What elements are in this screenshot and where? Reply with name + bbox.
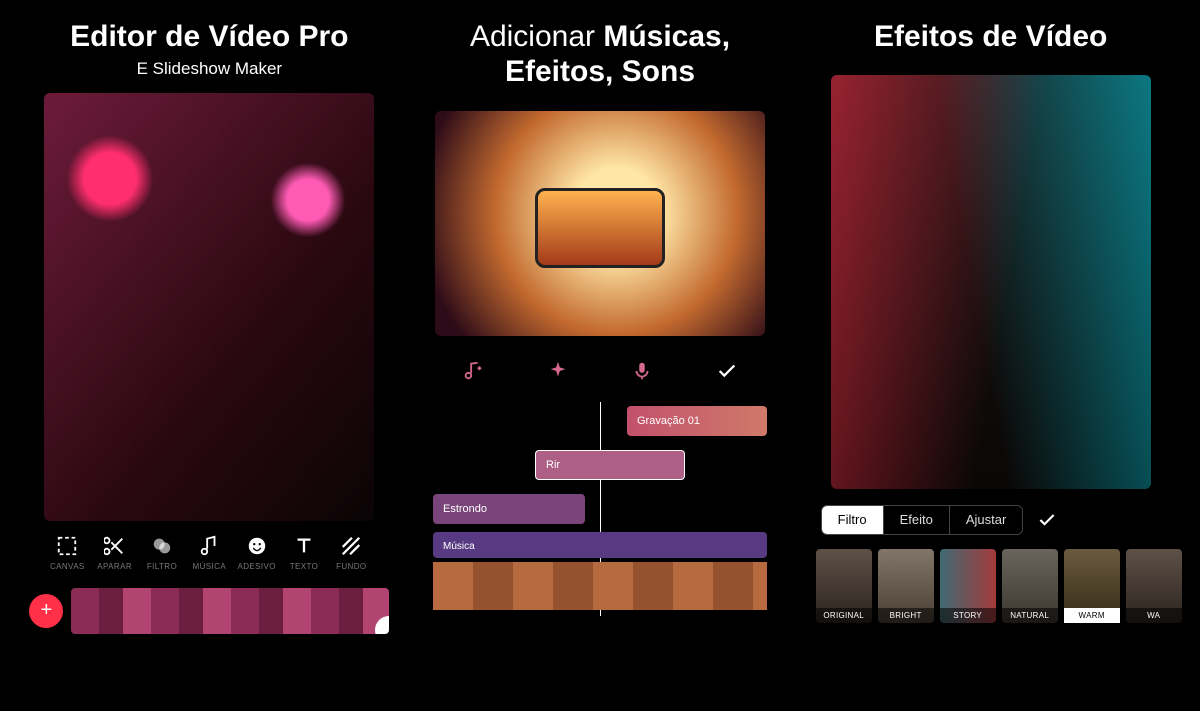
tool-label: ADESIVO: [237, 562, 275, 571]
preset-label: BRIGHT: [878, 608, 934, 623]
music-note-icon: [198, 535, 220, 557]
tool-label: TEXTO: [290, 562, 319, 571]
preset-label: WA: [1126, 608, 1182, 623]
scissors-icon: [104, 535, 126, 557]
filter-icon: [151, 535, 173, 557]
tool-label: FILTRO: [147, 562, 177, 571]
preview-image: [44, 93, 374, 521]
panel-editor: Editor de Vídeo Pro E Slideshow Maker CA…: [28, 20, 391, 701]
track-music[interactable]: Música: [433, 532, 767, 558]
panel1-subtitle: E Slideshow Maker: [137, 59, 283, 79]
panel3-title: Efeitos de Vídeo: [874, 20, 1107, 55]
preset-label: ORIGINAL: [816, 608, 872, 623]
effects-button[interactable]: [545, 358, 571, 384]
segmented-control-row: Filtro Efeito Ajustar: [821, 505, 1161, 535]
text-icon: [293, 535, 315, 557]
phone-overlay: [535, 188, 665, 268]
sticker-smile-icon: [246, 535, 268, 557]
title-light: Adicionar: [470, 20, 603, 53]
preview-image: [435, 111, 765, 336]
panel2-title: Adicionar Músicas, Efeitos, Sons: [419, 20, 782, 89]
tool-trim[interactable]: APARAR: [92, 535, 138, 571]
audio-tracks[interactable]: Gravação 01 Rir Estrondo Música: [425, 406, 775, 616]
track-laugh[interactable]: Rir: [535, 450, 685, 480]
preset-bright[interactable]: BRIGHT: [878, 549, 934, 623]
audio-icon-row: [460, 358, 740, 384]
sparkle-icon: [547, 360, 569, 382]
panel1-title: Editor de Vídeo Pro: [70, 20, 348, 55]
check-icon[interactable]: [1037, 510, 1057, 530]
segment-ajustar[interactable]: Ajustar: [949, 506, 1022, 534]
timeline-strip[interactable]: +: [29, 585, 389, 637]
preset-label: STORY: [940, 608, 996, 623]
tool-canvas[interactable]: CANVAS: [44, 535, 90, 571]
preset-story[interactable]: STORY: [940, 549, 996, 623]
preview-image: [831, 75, 1151, 489]
segment-filtro[interactable]: Filtro: [822, 506, 883, 534]
panel-audio: Adicionar Músicas, Efeitos, Sons Gravaçã…: [419, 20, 782, 701]
confirm-button[interactable]: [714, 358, 740, 384]
tool-label: MÚSICA: [193, 562, 227, 571]
segmented-control: Filtro Efeito Ajustar: [821, 505, 1024, 535]
tool-label: APARAR: [97, 562, 132, 571]
background-icon: [340, 535, 362, 557]
canvas-icon: [56, 535, 78, 557]
panel-effects: Efeitos de Vídeo Filtro Efeito Ajustar O…: [809, 20, 1172, 701]
track-recording[interactable]: Gravação 01: [627, 406, 767, 436]
track-boom[interactable]: Estrondo: [433, 494, 585, 524]
tool-label: CANVAS: [50, 562, 85, 571]
preset-original[interactable]: ORIGINAL: [816, 549, 872, 623]
preset-warm[interactable]: WARM: [1064, 549, 1120, 623]
tool-sticker[interactable]: ADESIVO: [234, 535, 280, 571]
video-track-thumbs[interactable]: [433, 562, 767, 610]
preset-label: NATURAL: [1002, 608, 1058, 623]
preset-natural[interactable]: NATURAL: [1002, 549, 1058, 623]
tool-text[interactable]: TEXTO: [281, 535, 327, 571]
editor-toolbar: CANVAS APARAR FILTRO MÚSICA ADESIVO TEXT…: [44, 535, 374, 571]
record-button[interactable]: [629, 358, 655, 384]
music-add-icon: [462, 360, 484, 382]
tool-background[interactable]: FUNDO: [328, 535, 374, 571]
check-icon: [716, 360, 738, 382]
add-music-button[interactable]: [460, 358, 486, 384]
tool-music[interactable]: MÚSICA: [186, 535, 232, 571]
segment-efeito[interactable]: Efeito: [883, 506, 949, 534]
timeline-thumbnails[interactable]: [71, 588, 389, 634]
preset-strip[interactable]: ORIGINAL BRIGHT STORY NATURAL WARM WA: [816, 549, 1166, 623]
tool-filter[interactable]: FILTRO: [139, 535, 185, 571]
tool-label: FUNDO: [336, 562, 366, 571]
mic-icon: [631, 360, 653, 382]
add-clip-button[interactable]: +: [29, 594, 63, 628]
preset-extra[interactable]: WA: [1126, 549, 1182, 623]
preset-label: WARM: [1064, 608, 1120, 623]
